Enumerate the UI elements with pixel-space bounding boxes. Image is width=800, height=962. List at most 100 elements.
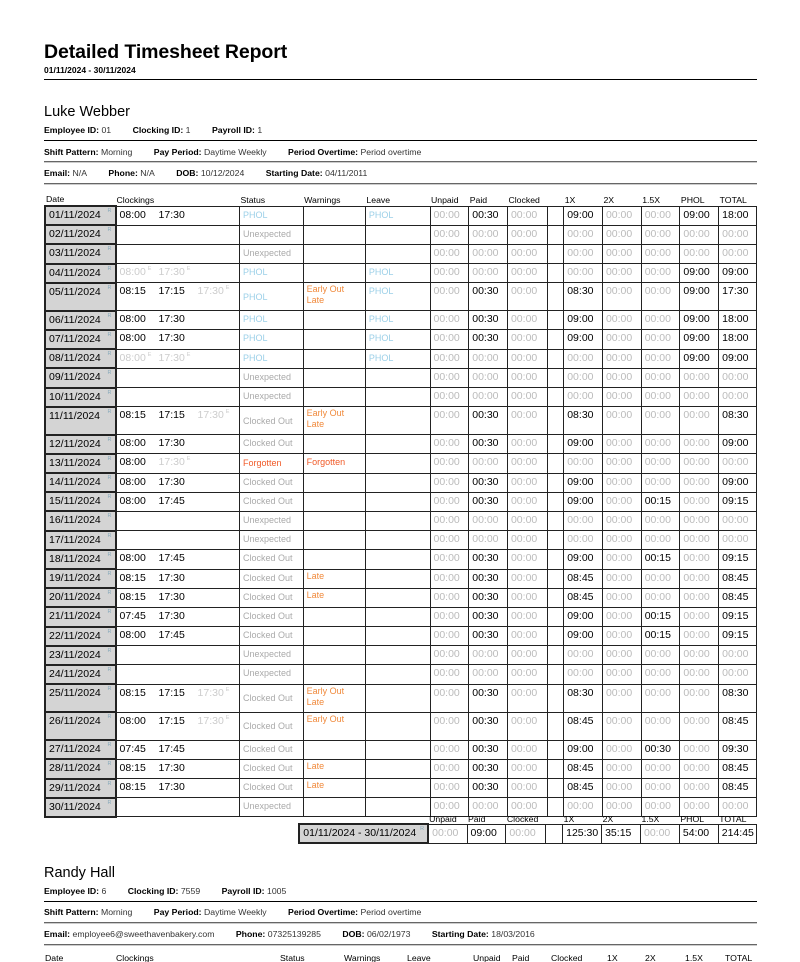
status-text: Forgotten: [242, 458, 282, 469]
date-cell: 27/11/2024 R: [44, 739, 117, 761]
column-header: Clockings: [116, 194, 155, 205]
2x-cell: 00:00: [601, 282, 642, 312]
1-5x-cell: 00:30: [640, 739, 681, 760]
clocked-cell: 00:00: [506, 645, 548, 666]
rota-marker-icon: R: [107, 666, 112, 673]
1-5x-value: 00:00: [644, 781, 671, 793]
1-5x-value: 00:15: [644, 494, 671, 507]
1x-value: 00:00: [567, 351, 594, 364]
1-5x-cell: 00:00: [640, 205, 681, 226]
leave-cell: [364, 491, 431, 512]
spacer-cell: [546, 645, 565, 666]
clocked-cell: 00:00: [506, 777, 548, 799]
rota-marker-icon: R: [107, 284, 112, 291]
date-cell: 06/11/2024 R: [44, 309, 117, 331]
clocking-time: 08:00: [119, 208, 146, 221]
expected-marker-icon: E: [186, 266, 191, 273]
1x-value: 08:45: [567, 714, 594, 727]
phol-value: 09:00: [683, 351, 710, 364]
date-value: 02/11/2024: [49, 228, 101, 241]
warnings-cell: [302, 263, 366, 284]
status-cell: PHOL: [238, 310, 304, 331]
rota-marker-icon: R: [107, 436, 112, 443]
total-value: 09:15: [722, 552, 749, 565]
date-value: 10/11/2024: [49, 390, 101, 403]
status-text: Unexpected: [242, 514, 292, 525]
clocking-time: 17:15: [158, 686, 185, 699]
2x-value: 00:00: [605, 475, 633, 488]
phol-cell: 00:00: [679, 224, 720, 245]
paid-cell: 00:00: [468, 386, 508, 408]
spacer-cell: [546, 568, 565, 589]
unpaid-cell: 00:00: [429, 758, 470, 780]
status-text: Clocked Out: [242, 693, 293, 704]
phol-cell: 00:00: [679, 367, 720, 389]
1-5x-cell: 00:00: [640, 434, 681, 455]
total-paid-cell: 09:00: [466, 823, 507, 844]
clocked-cell: 00:00: [506, 434, 548, 455]
warning-text: Late: [306, 295, 325, 306]
paid-value: 00:30: [472, 571, 499, 584]
date-cell: 14/11/2024 R: [44, 472, 117, 494]
leave-cell: [364, 367, 431, 389]
leave-cell: [364, 510, 431, 532]
total-unpaid-value: 00:00: [432, 826, 459, 839]
phol-cell: 00:00: [679, 530, 720, 551]
total-cell: 00:00: [718, 386, 757, 408]
warning-text: Late: [306, 780, 325, 790]
paid-value: 00:30: [472, 761, 499, 774]
1x-cell: 09:00: [563, 549, 603, 570]
spacer-cell: [546, 606, 565, 628]
date-value: 03/11/2024: [49, 247, 101, 260]
2x-value: 00:00: [605, 629, 633, 642]
clocked-cell: 00:00: [506, 243, 548, 265]
status-cell: Clocked Out: [238, 549, 304, 570]
shift-pattern-label: Shift Pattern:: [44, 907, 99, 917]
total-cell: 00:00: [718, 530, 757, 551]
status-text: Clocked Out: [242, 476, 293, 487]
expected-marker-icon: E: [225, 409, 230, 416]
clocking-time: 17:30: [158, 437, 185, 450]
leave-text: PHOL: [368, 286, 394, 297]
table-row: 13/11/2024 R 08:00 17:30 E Forgotten Forgotten…: [44, 452, 757, 475]
unpaid-value: 00:00: [433, 552, 460, 565]
clockings-cell: 08:15 17:30: [115, 568, 240, 589]
column-header: Warnings: [304, 194, 341, 205]
paid-value: 00:30: [472, 494, 499, 507]
1-5x-cell: 00:15: [640, 606, 681, 628]
total-value: 08:30: [722, 686, 749, 699]
payroll-id-label: Payroll ID:: [211, 125, 255, 135]
2x-cell: 00:00: [601, 310, 642, 331]
clocking-time: 17:30: [158, 313, 185, 326]
unpaid-value: 00:00: [433, 266, 460, 279]
totals-column-header: 2X: [602, 813, 614, 824]
total-cell: 18:00: [718, 205, 757, 226]
clocking-time: 17:30: [158, 781, 185, 793]
expected-marker-icon: E: [186, 456, 191, 463]
expected-marker-icon: E: [147, 351, 152, 358]
date-value: 21/11/2024: [49, 610, 101, 623]
employee-shift-row: Shift Pattern: Morning Pay Period: Dayti…: [44, 907, 440, 917]
clocked-cell: 00:00: [506, 205, 548, 226]
clockings-cell: 08:00 E 17:30 E: [115, 348, 240, 369]
phol-cell: 00:00: [679, 386, 720, 408]
leave-cell: PHOL: [364, 263, 431, 284]
1-5x-value: 00:00: [644, 686, 671, 699]
spacer-cell: [545, 823, 564, 844]
column-header: Paid: [512, 953, 530, 962]
date-cell: 19/11/2024 R: [44, 567, 117, 590]
status-text: Unexpected: [242, 534, 292, 545]
leave-cell: [364, 683, 431, 713]
clocked-value: 00:00: [510, 648, 538, 661]
dob-value: 10/12/2024: [200, 168, 245, 178]
table-row: 14/11/2024 R 08:00 17:30 Clocked Out 00:00 00:…: [44, 472, 757, 494]
status-cell: Unexpected: [238, 645, 304, 666]
1-5x-value: 00:15: [644, 609, 671, 622]
employee-ids-row: Employee ID: 6 Clocking ID: 7559 Payroll…: [44, 886, 305, 896]
totals-row: 01/11/2024 - 30/11/2024 R 00:00 09:00 00:00 1…: [44, 822, 758, 845]
1-5x-cell: 00:00: [640, 587, 681, 608]
expected-marker-icon: E: [225, 714, 230, 721]
table-row: 04/11/2024 R 08:00 E 17:30 E PHOL PHOL 00:00 00:0…: [44, 262, 757, 284]
table-row: 21/11/2024 R 07:45 17:30 Clocked Out 00:00 00:…: [44, 606, 757, 628]
status-text: PHOL: [242, 291, 268, 302]
